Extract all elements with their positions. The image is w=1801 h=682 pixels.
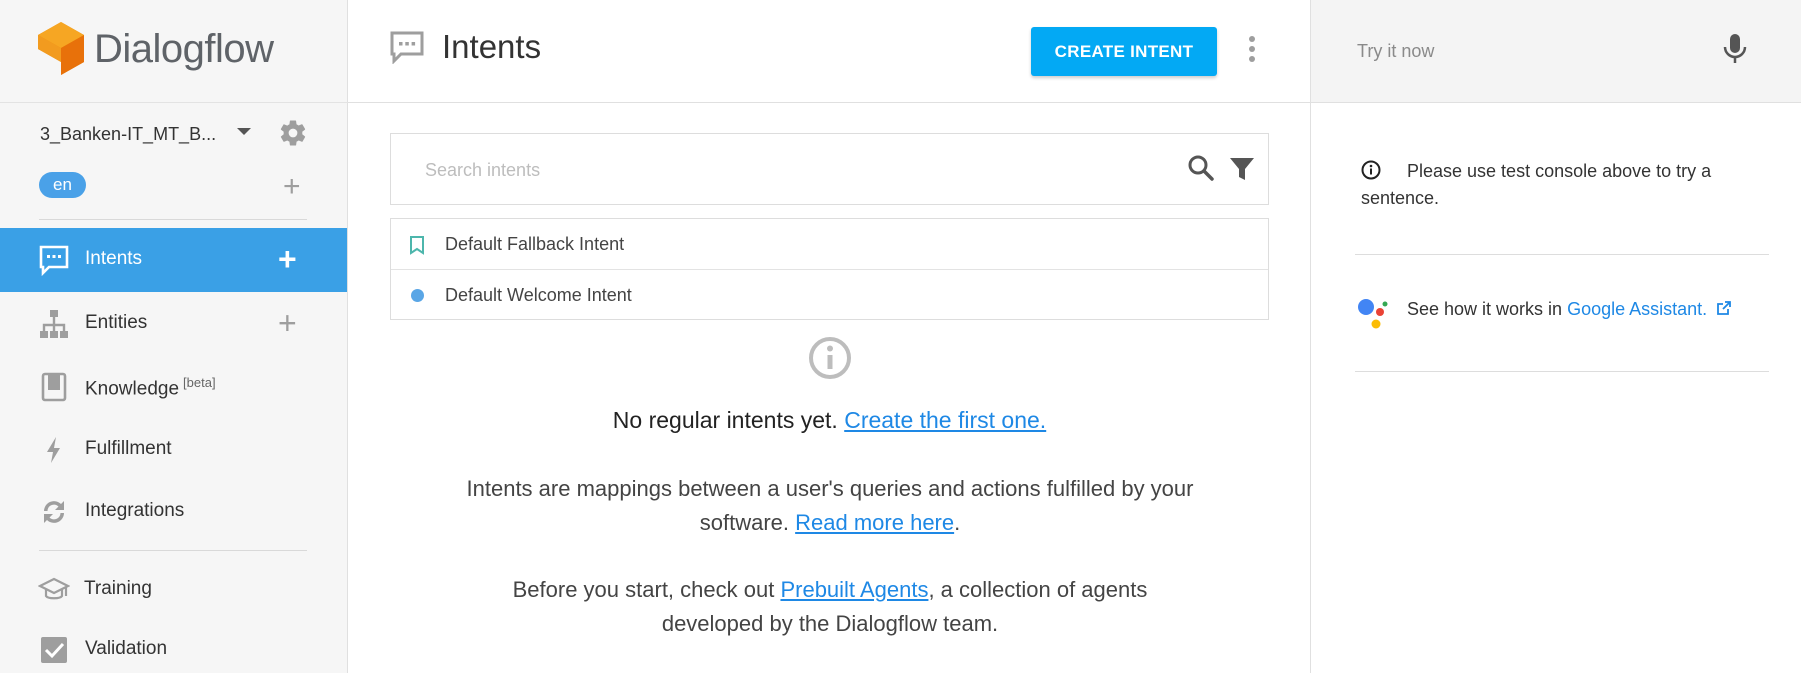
beta-tag: [beta] [183,375,216,390]
knowledge-label: Knowledge [85,378,180,400]
empty-state-message: No regular intents yet. Create the first… [390,407,1269,434]
chat-bubble-icon [39,245,69,276]
description-text: Before you start, check out [512,577,775,602]
intent-list: Default Fallback Intent Default Welcome … [390,218,1269,320]
sidebar-item-fulfillment[interactable]: Fulfillment [0,418,347,482]
promo-text: See how it works in [1407,299,1563,319]
google-assistant-icon [1358,299,1388,329]
page-header: Intents CREATE INTENT [348,0,1310,103]
sidebar-item-intents[interactable]: Intents + [0,228,347,292]
google-assistant-promo: See how it works in Google Assistant. [1407,299,1732,320]
read-more-link[interactable]: Read more here [795,510,954,535]
sidebar-item-integrations[interactable]: Integrations [0,480,347,544]
list-item[interactable]: Default Fallback Intent [391,219,1268,269]
sidebar: Dialogflow 3_Banken-IT_MT_B... en + Inte… [0,0,348,673]
divider [0,102,348,103]
test-console-note: Please use test console above to try a s… [1361,158,1761,212]
intent-name: Default Welcome Intent [445,285,632,305]
add-language-button[interactable]: + [283,172,301,202]
try-it-bar [1311,0,1801,103]
sidebar-item-label: Integrations [85,500,185,521]
prebuilt-agents-link[interactable]: Prebuilt Agents [780,577,928,602]
try-it-input[interactable] [1355,38,1705,64]
book-icon [41,372,67,402]
test-console: Please use test console above to try a s… [1310,0,1801,673]
create-intent-button[interactable]: CREATE INTENT [1031,27,1217,76]
lightning-icon [47,437,60,463]
sidebar-item-label: Knowledge [beta] [85,375,216,400]
sync-icon [44,501,64,523]
filter-icon[interactable] [1228,155,1256,183]
chevron-down-icon[interactable] [237,128,251,135]
sidebar-item-knowledge[interactable]: Knowledge [beta] [0,355,347,419]
divider [1355,254,1769,255]
external-link-icon[interactable] [1716,300,1732,316]
microphone-icon[interactable] [1722,32,1748,66]
language-badge[interactable]: en [39,172,86,198]
divider [1355,371,1769,372]
dialogflow-logo-icon [38,22,84,75]
dialogflow-logo[interactable]: Dialogflow [38,22,274,76]
dot-icon [411,289,424,302]
search-input[interactable] [423,156,1123,184]
prebuilt-agents-description: Before you start, check out Prebuilt Age… [460,573,1200,641]
intents-description: Intents are mappings between a user's qu… [460,472,1200,540]
sidebar-item-training[interactable]: Training [0,558,347,622]
chat-bubble-icon [390,31,424,64]
intent-name: Default Fallback Intent [445,234,625,254]
create-first-intent-link[interactable]: Create the first one. [844,407,1046,433]
description-text: . [954,510,961,535]
divider [39,550,307,551]
empty-state-text: No regular intents yet. [612,407,838,433]
agent-selector[interactable]: 3_Banken-IT_MT_B... [40,124,216,145]
add-intent-button[interactable]: + [278,243,297,275]
sidebar-item-label: Entities [85,312,148,333]
list-item[interactable]: Default Welcome Intent [391,269,1268,319]
add-entity-button[interactable]: + [278,307,297,339]
divider [39,219,307,220]
sidebar-item-label: Intents [85,248,143,269]
google-assistant-link[interactable]: Google Assistant. [1567,299,1707,319]
search-icon[interactable] [1187,154,1215,182]
checkbox-icon [41,637,67,663]
sidebar-item-label: Fulfillment [85,438,172,459]
sidebar-item-entities[interactable]: Entities + [0,292,347,356]
bookmark-icon [410,236,424,255]
sidebar-item-label: Validation [85,638,168,659]
app-name: Dialogflow [94,26,274,71]
search-bar [390,133,1269,205]
graduation-cap-icon [38,577,70,600]
gear-icon[interactable] [278,118,308,148]
hierarchy-icon [40,310,68,338]
sidebar-item-validation[interactable]: Validation [0,618,347,682]
note-text: Please use test console above to try a s… [1361,161,1712,208]
more-vert-icon[interactable] [1247,36,1257,62]
info-icon [809,337,851,379]
sidebar-item-label: Training [84,578,152,599]
page-title: Intents [442,28,542,65]
